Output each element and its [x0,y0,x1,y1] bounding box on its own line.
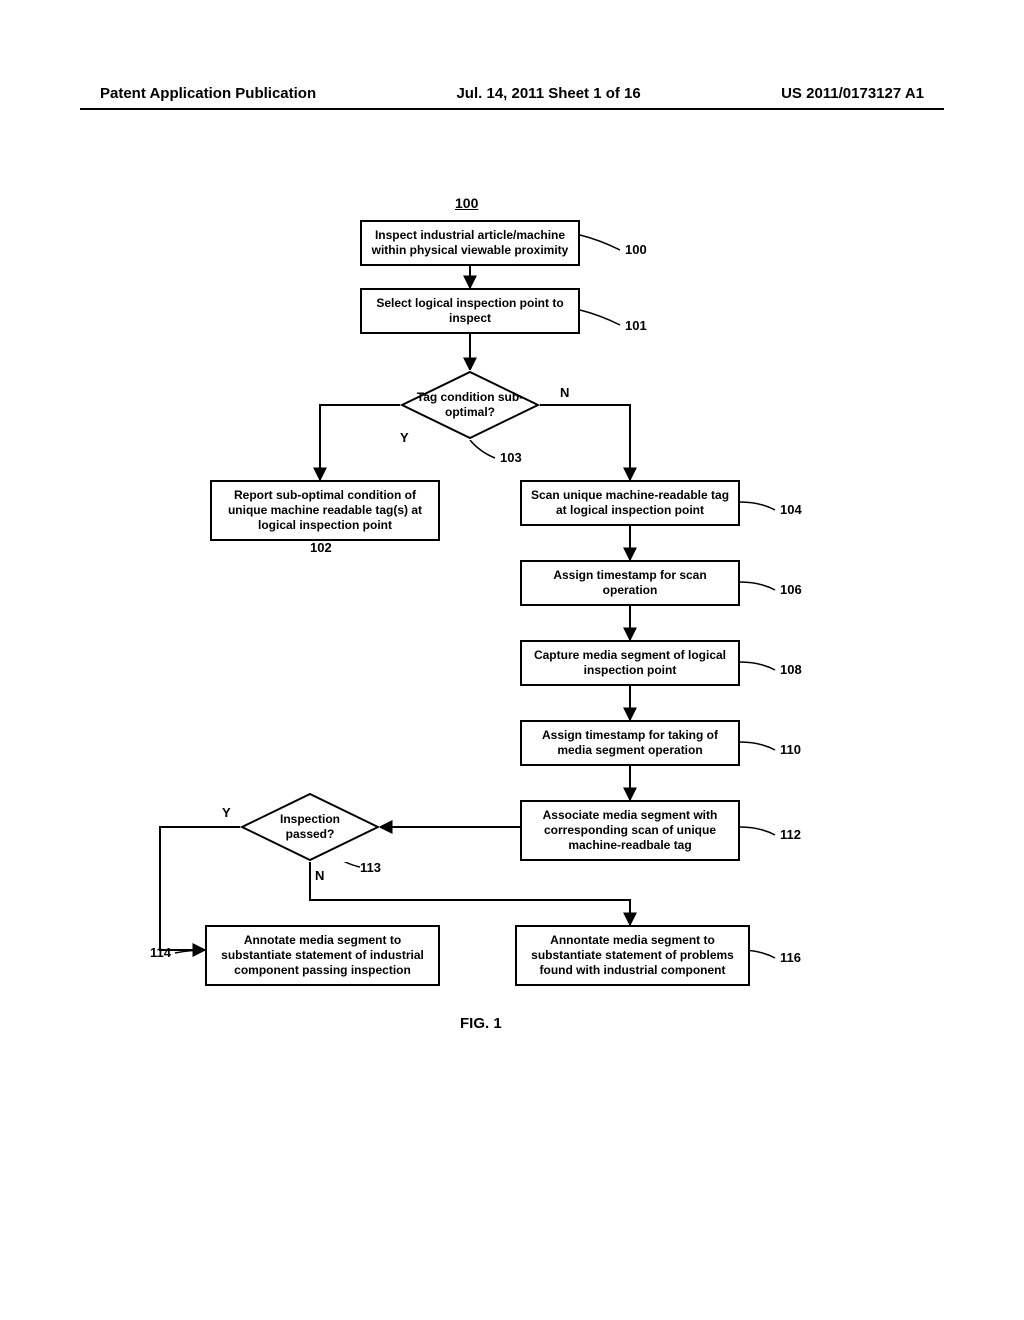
process-114: Annotate media segment to substantiate s… [205,925,440,986]
process-110: Assign timestamp for taking of media seg… [520,720,740,766]
diagram-title-ref: 100 [455,195,478,211]
process-102-text: Report sub-optimal condition of unique m… [228,488,422,532]
header-right: US 2011/0173127 A1 [781,85,924,102]
ref-113: 113 [360,860,381,875]
header-rule [80,108,944,110]
decision-103: Tag condition sub-optimal? [400,370,540,440]
decision-103-no: N [560,385,569,400]
header-center: Jul. 14, 2011 Sheet 1 of 16 [456,85,640,102]
process-100: Inspect industrial article/machine withi… [360,220,580,266]
ref-112: 112 [780,827,801,842]
process-104-text: Scan unique machine-readable tag at logi… [531,488,729,517]
process-108: Capture media segment of logical inspect… [520,640,740,686]
header-left: Patent Application Publication [100,85,316,102]
process-110-text: Assign timestamp for taking of media seg… [542,728,718,757]
decision-113-text: Inspection passed? [240,792,380,862]
ref-104: 104 [780,502,802,517]
process-106: Assign timestamp for scan operation [520,560,740,606]
process-116: Annontate media segment to substantiate … [515,925,750,986]
decision-113-yes: Y [222,805,231,820]
process-104: Scan unique machine-readable tag at logi… [520,480,740,526]
process-101-text: Select logical inspection point to inspe… [376,296,563,325]
connectors [0,180,1024,1320]
ref-100: 100 [625,242,647,257]
process-102: Report sub-optimal condition of unique m… [210,480,440,541]
decision-113: Inspection passed? [240,792,380,862]
process-108-text: Capture media segment of logical inspect… [534,648,726,677]
process-101: Select logical inspection point to inspe… [360,288,580,334]
decision-113-no: N [315,868,324,883]
ref-106: 106 [780,582,802,597]
process-112-text: Associate media segment with correspondi… [543,808,718,852]
decision-103-text: Tag condition sub-optimal? [400,370,540,440]
process-106-text: Assign timestamp for scan operation [553,568,706,597]
flowchart: 100 Inspect industrial article/machine w… [0,180,1024,1320]
process-112: Associate media segment with correspondi… [520,800,740,861]
process-100-text: Inspect industrial article/machine withi… [372,228,569,257]
ref-110: 110 [780,742,801,757]
ref-114: 114 [150,945,171,960]
ref-103: 103 [500,450,522,465]
ref-108: 108 [780,662,802,677]
ref-102: 102 [310,540,332,555]
ref-101: 101 [625,318,647,333]
decision-103-yes: Y [400,430,409,445]
page-header: Patent Application Publication Jul. 14, … [0,85,1024,102]
figure-caption: FIG. 1 [460,1015,502,1032]
process-114-text: Annotate media segment to substantiate s… [221,933,424,977]
process-116-text: Annontate media segment to substantiate … [531,933,734,977]
ref-116: 116 [780,950,801,965]
